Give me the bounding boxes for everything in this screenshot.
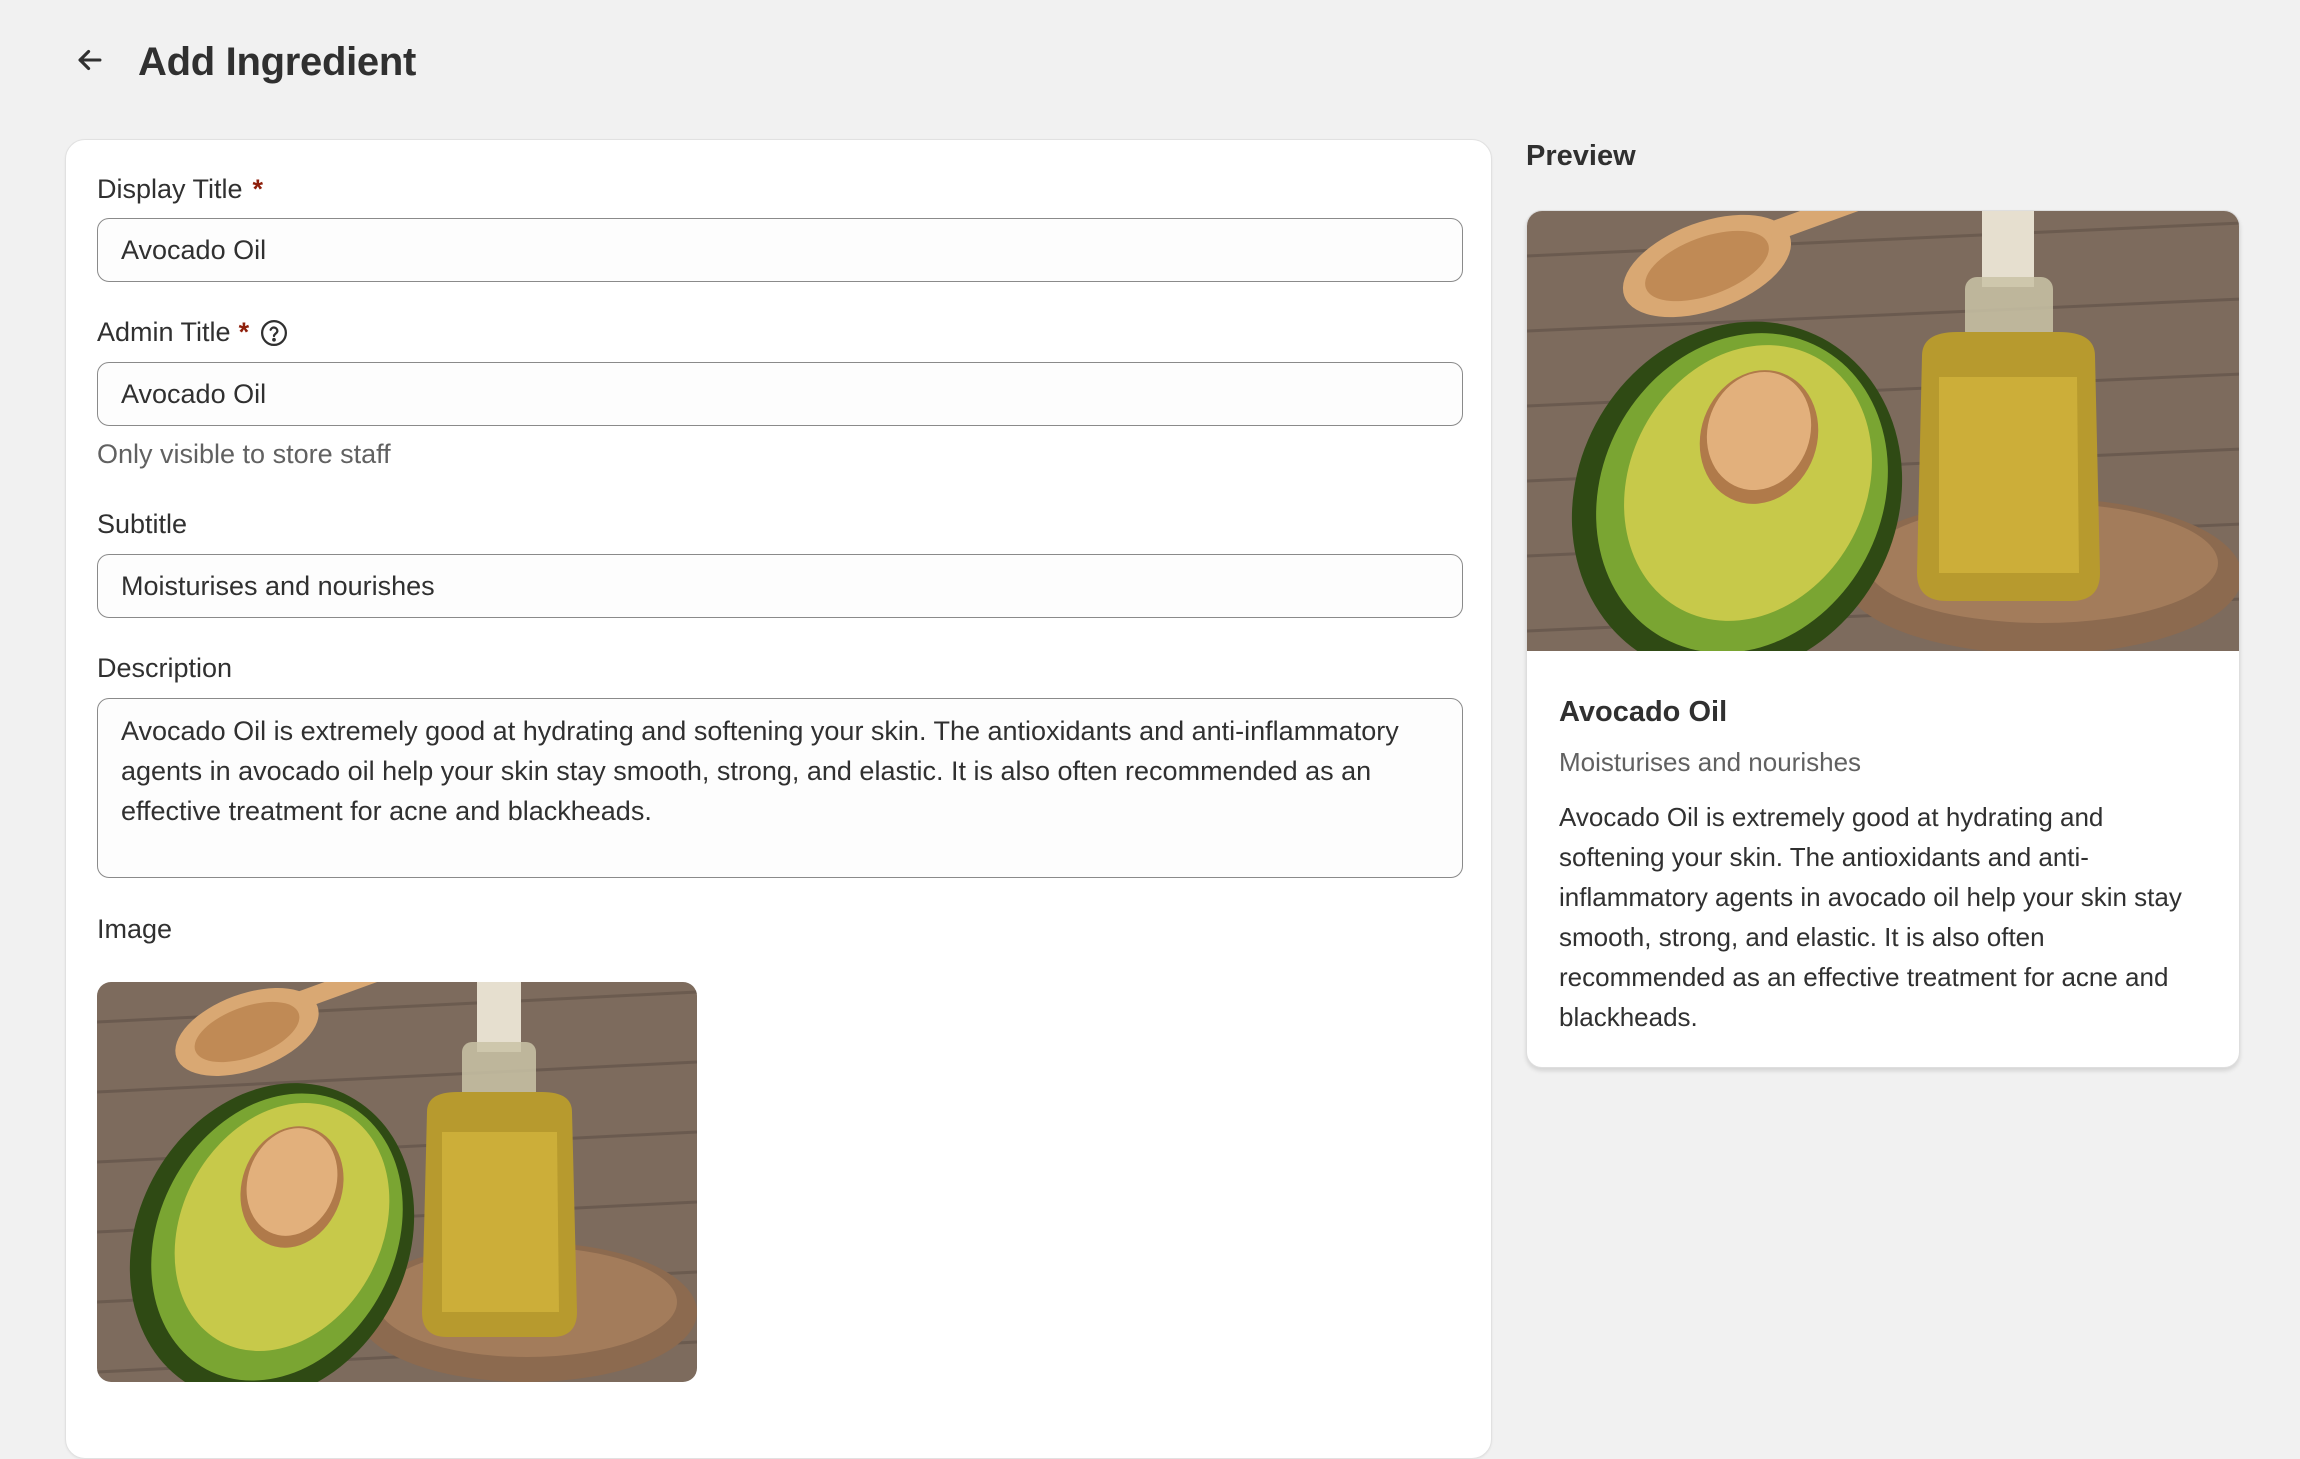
admin-title-label: Admin Title * — [97, 317, 289, 348]
required-marker: * — [238, 317, 250, 347]
page-header: Add Ingredient — [64, 30, 416, 94]
required-marker: * — [252, 174, 264, 204]
back-button[interactable] — [64, 36, 116, 88]
preview-title: Avocado Oil — [1559, 696, 1728, 728]
preview-image — [1527, 211, 2239, 651]
image-label: Image — [97, 914, 173, 944]
description-label: Description — [97, 653, 233, 683]
preview-description: Avocado Oil is extremely good at hydrati… — [1559, 802, 2182, 1032]
preview-card: Avocado Oil Moisturises and nourishes Av… — [1526, 210, 2240, 1068]
preview-heading: Preview — [1526, 140, 1636, 172]
display-title-label: Display Title * — [97, 174, 264, 204]
display-title-input[interactable]: Avocado Oil — [97, 218, 1463, 282]
page-title: Add Ingredient — [138, 39, 417, 84]
preview-subtitle: Moisturises and nourishes — [1559, 747, 1862, 777]
question-circle-icon[interactable] — [259, 318, 289, 348]
description-textarea[interactable]: Avocado Oil is extremely good at hydrati… — [97, 698, 1463, 878]
arrow-left-icon — [73, 43, 107, 82]
subtitle-input[interactable]: Moisturises and nourishes — [97, 554, 1463, 618]
ingredient-image-thumbnail[interactable] — [97, 982, 697, 1382]
subtitle-label: Subtitle — [97, 509, 188, 539]
admin-title-help-text: Only visible to store staff — [97, 439, 391, 469]
ingredient-form-card: Display Title * Avocado Oil Admin Title … — [65, 139, 1492, 1459]
admin-title-input[interactable]: Avocado Oil — [97, 362, 1463, 426]
